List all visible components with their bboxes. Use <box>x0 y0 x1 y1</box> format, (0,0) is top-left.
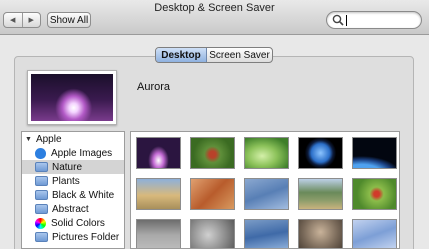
wallpaper-grid <box>130 131 400 249</box>
wallpaper-thumbnail[interactable] <box>136 178 181 210</box>
system-preferences-window: Desktop & Screen Saver ◀ ▶ Show All Desk… <box>0 0 429 249</box>
wallpaper-thumbnail[interactable] <box>244 178 289 210</box>
search-field[interactable] <box>326 11 422 29</box>
folder-icon <box>35 190 48 200</box>
wallpaper-thumbnail[interactable] <box>190 178 235 210</box>
text-cursor <box>346 15 347 26</box>
color-wheel-icon <box>35 217 46 229</box>
folder-icon <box>35 232 48 242</box>
list-item-abstract[interactable]: Abstract <box>22 202 124 216</box>
folder-icon <box>35 176 48 186</box>
list-item-label: Nature <box>52 161 83 173</box>
forward-button[interactable]: ▶ <box>21 13 41 27</box>
wallpaper-thumbnail[interactable] <box>190 137 235 169</box>
list-item-plants[interactable]: Plants <box>22 174 124 188</box>
list-item-label: Abstract <box>52 203 89 215</box>
search-input[interactable] <box>346 14 416 26</box>
show-all-button[interactable]: Show All <box>47 12 91 28</box>
wallpaper-thumbnail[interactable] <box>136 137 181 169</box>
disclosure-triangle-icon[interactable]: ▼ <box>25 136 32 143</box>
list-item-label: Black & White <box>52 189 115 201</box>
wallpaper-thumbnail[interactable] <box>298 137 343 169</box>
list-item-label: Apple Images <box>51 147 113 159</box>
wallpaper-thumbnail[interactable] <box>352 178 397 210</box>
wallpaper-thumbnail[interactable] <box>352 137 397 169</box>
wallpaper-thumbnail[interactable] <box>244 219 289 248</box>
nav-buttons: ◀ ▶ <box>3 12 41 28</box>
back-button[interactable]: ◀ <box>4 13 22 27</box>
wallpaper-thumbnail[interactable] <box>352 219 397 248</box>
source-list: ▼ Apple Apple Images Nature Plants Black… <box>21 131 125 249</box>
wallpaper-thumbnail[interactable] <box>244 137 289 169</box>
wallpaper-thumbnail[interactable] <box>190 219 235 248</box>
list-item-label: Solid Colors <box>51 217 105 229</box>
toolbar: Desktop & Screen Saver ◀ ▶ Show All <box>0 0 429 35</box>
current-desktop-preview <box>27 70 117 125</box>
list-group-label: Apple <box>35 133 62 145</box>
list-group-apple[interactable]: ▼ Apple <box>22 132 124 146</box>
tab-desktop[interactable]: Desktop <box>156 48 207 62</box>
search-icon <box>332 14 344 26</box>
list-item-black-white[interactable]: Black & White <box>22 188 124 202</box>
list-item-solid-colors[interactable]: Solid Colors <box>22 216 124 230</box>
preview-image <box>31 74 113 121</box>
folder-icon <box>35 162 48 172</box>
wallpaper-thumbnail[interactable] <box>136 219 181 248</box>
list-item-pictures-folder[interactable]: Pictures Folder <box>22 230 124 244</box>
list-item-label: Plants <box>52 175 80 187</box>
list-item-label: Pictures Folder <box>52 231 120 243</box>
tab-control: Desktop Screen Saver <box>155 47 273 63</box>
list-item-apple-images[interactable]: Apple Images <box>22 146 124 160</box>
list-item-nature[interactable]: Nature <box>22 160 124 174</box>
folder-icon <box>35 204 48 214</box>
tab-screen-saver[interactable]: Screen Saver <box>207 48 272 62</box>
preview-name: Aurora <box>137 81 171 93</box>
apple-icon <box>35 147 46 159</box>
wallpaper-thumbnail[interactable] <box>298 219 343 248</box>
wallpaper-thumbnail[interactable] <box>298 178 343 210</box>
content-area: Desktop Screen Saver Aurora ▼ Apple Appl… <box>0 36 429 249</box>
